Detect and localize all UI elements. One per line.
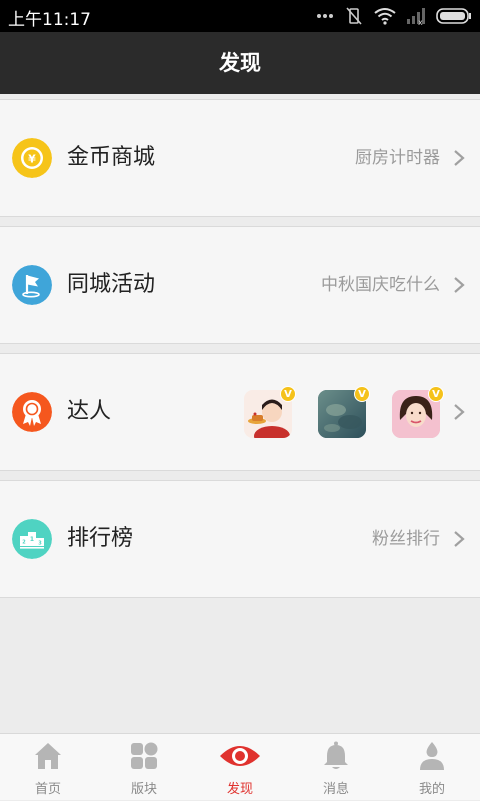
coin-icon: ¥ [12, 138, 52, 178]
page-title: 发现 [219, 51, 261, 75]
tab-label: 我的 [418, 782, 445, 797]
person-icon [420, 742, 444, 770]
svg-text:1: 1 [30, 536, 34, 543]
item-label: 同城活动 [67, 272, 156, 297]
chevron-right-icon [454, 531, 465, 547]
svg-text:2: 2 [22, 540, 26, 546]
tab-discover[interactable]: 发现 [192, 734, 288, 801]
bottom-tab-bar: 首页 版块 发现 消息 我的 [0, 733, 480, 800]
home-icon [35, 743, 61, 769]
list-item-experts[interactable]: 达人 V V V [0, 353, 480, 471]
tab-profile[interactable]: 我的 [384, 734, 480, 801]
list-item-coin-mall[interactable]: ¥ 金币商城 厨房计时器 [0, 99, 480, 217]
tab-label: 首页 [34, 782, 61, 797]
eye-icon [220, 746, 260, 766]
item-label: 排行榜 [67, 526, 134, 551]
podium-icon: 1 2 3 [12, 519, 52, 559]
title-bar: 发现 [0, 32, 480, 94]
chevron-right-icon [454, 404, 465, 420]
signal-icon: x [407, 8, 425, 25]
item-subtitle: 粉丝排行 [372, 529, 440, 549]
list-item-ranking[interactable]: 1 2 3 排行榜 粉丝排行 [0, 480, 480, 598]
tab-label: 发现 [226, 782, 253, 797]
more-dots-icon [317, 14, 333, 18]
verified-badge: V [354, 386, 370, 402]
item-label: 金币商城 [67, 145, 156, 170]
wifi-icon [374, 8, 396, 25]
verified-badge: V [280, 386, 296, 402]
vibrate-muted-icon [346, 7, 362, 25]
chevron-right-icon [454, 277, 465, 293]
tab-messages[interactable]: 消息 [288, 734, 384, 801]
svg-text:3: 3 [38, 541, 42, 547]
tab-home[interactable]: 首页 [0, 734, 96, 801]
item-label: 达人 [67, 399, 112, 424]
status-icons: x [316, 6, 472, 26]
verified-badge: V [428, 386, 444, 402]
status-time: 上午11:17 [8, 10, 91, 30]
grid-blocks-icon [131, 742, 158, 769]
tab-label: 版块 [130, 782, 157, 797]
item-subtitle: 厨房计时器 [355, 148, 440, 168]
svg-text:x: x [418, 18, 423, 25]
award-ribbon-icon [12, 392, 52, 432]
svg-text:¥: ¥ [28, 153, 36, 166]
tab-sections[interactable]: 版块 [96, 734, 192, 801]
status-bar: 上午11:17 x [0, 0, 480, 32]
tab-label: 消息 [322, 782, 349, 797]
bell-icon [324, 741, 348, 769]
list-item-local-events[interactable]: 同城活动 中秋国庆吃什么 [0, 226, 480, 344]
battery-icon [436, 8, 471, 24]
flag-icon [12, 265, 52, 305]
chevron-right-icon [454, 150, 465, 166]
item-subtitle: 中秋国庆吃什么 [321, 275, 440, 295]
